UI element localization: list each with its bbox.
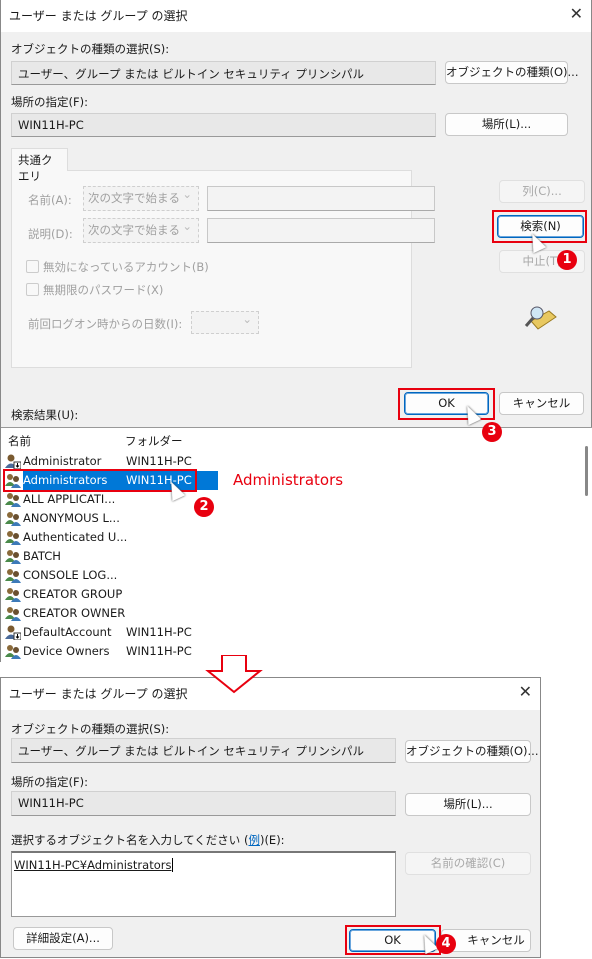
table-row[interactable]: Device Owners WIN11H-PC: [5, 642, 225, 661]
group-icon: [5, 530, 21, 545]
search-magnifier-icon: [523, 303, 557, 331]
label-text: 選択するオブジェクト名を入力してください (: [11, 833, 249, 847]
step-badge-1: 1: [557, 250, 577, 270]
column-header-name[interactable]: 名前: [8, 433, 31, 449]
highlight-box-ok: [398, 388, 495, 420]
dialog-title: ユーザー または グループ の選択: [9, 9, 188, 23]
row-name: Authenticated U...: [23, 530, 128, 544]
table-row[interactable]: ALL APPLICATI...: [5, 490, 225, 509]
row-name: ANONYMOUS L...: [23, 511, 120, 525]
step-badge-4: 4: [436, 934, 456, 954]
step-badge-2: 2: [194, 497, 214, 517]
nonexpiring-password-checkbox[interactable]: [26, 283, 39, 296]
close-icon[interactable]: ✕: [570, 4, 583, 23]
object-type-label: オブジェクトの種類の選択(S):: [11, 42, 170, 56]
row-name: CONSOLE LOG...: [23, 568, 118, 582]
advanced-button[interactable]: 詳細設定(A)...: [13, 927, 113, 950]
object-types-button[interactable]: オブジェクトの種類(O)...: [405, 740, 539, 763]
name-input[interactable]: [207, 186, 435, 211]
disabled-accounts-checkbox[interactable]: [26, 260, 39, 273]
select-users-dialog-1: ユーザー または グループ の選択 ✕ オブジェクトの種類の選択(S): ユーザー…: [0, 0, 592, 662]
days-since-logon-label: 前回ログオン時からの日数(I):: [28, 317, 183, 331]
group-icon: [5, 606, 21, 621]
group-icon: [5, 644, 21, 659]
table-row[interactable]: BATCH: [5, 547, 225, 566]
object-name-value: WIN11H-PC¥Administrators: [14, 858, 174, 872]
row-name: CREATOR GROUP: [23, 587, 123, 601]
object-type-field: ユーザー、グループ または ビルトイン セキュリティ プリンシパル: [11, 61, 436, 85]
annotation-selected-label: Administrators: [233, 471, 344, 489]
group-icon: [5, 587, 21, 602]
table-row[interactable]: CREATOR OWNER: [5, 604, 225, 623]
group-icon: [5, 568, 21, 583]
table-row[interactable]: DefaultAccount WIN11H-PC: [5, 623, 225, 642]
object-type-field: ユーザー、グループ または ビルトイン セキュリティ プリンシパル: [11, 738, 396, 763]
search-results-list[interactable]: 名前 フォルダー Administrator WIN11H-PC Administr…: [1, 427, 592, 662]
user-icon: [5, 625, 22, 641]
description-mode-select[interactable]: 次の文字で始まる: [83, 218, 199, 243]
group-icon: [5, 549, 21, 564]
location-field: WIN11H-PC: [11, 791, 396, 816]
dialog-title: ユーザー または グループ の選択: [9, 687, 188, 701]
row-name: BATCH: [23, 549, 61, 563]
location-label: 場所の指定(F):: [11, 95, 88, 109]
columns-button[interactable]: 列(C)...: [499, 180, 585, 203]
location-label: 場所の指定(F):: [11, 775, 88, 789]
row-name: Device Owners: [23, 644, 110, 658]
cancel-button[interactable]: キャンセル: [499, 392, 584, 415]
description-input[interactable]: [207, 218, 435, 243]
group-icon: [5, 492, 21, 507]
down-arrow-icon: [204, 654, 264, 695]
table-row[interactable]: CREATOR GROUP: [5, 585, 225, 604]
search-results-label: 検索結果(U):: [11, 408, 79, 422]
select-users-dialog-2: ユーザー または グループ の選択 ✕ オブジェクトの種類の選択(S): ユーザー…: [0, 677, 541, 958]
label-text: )(E):: [259, 833, 285, 847]
table-row[interactable]: CONSOLE LOG...: [5, 566, 225, 585]
row-folder: WIN11H-PC: [126, 625, 192, 639]
locations-button[interactable]: 場所(L)...: [445, 113, 568, 136]
object-types-button[interactable]: オブジェクトの種類(O)...: [445, 61, 579, 84]
step-badge-3: 3: [482, 422, 502, 442]
user-icon: [5, 454, 22, 470]
name-label: 名前(A):: [28, 193, 72, 207]
dialog-title-bar: ユーザー または グループ の選択 ✕: [1, 678, 540, 710]
object-type-label: オブジェクトの種類の選択(S):: [11, 722, 170, 736]
days-since-logon-select[interactable]: [191, 311, 259, 334]
table-row[interactable]: Authenticated U...: [5, 528, 225, 547]
name-mode-select[interactable]: 次の文字で始まる: [83, 186, 199, 211]
row-name: DefaultAccount: [23, 625, 112, 639]
enter-object-names-label: 選択するオブジェクト名を入力してください (例)(E):: [11, 832, 285, 848]
row-folder: WIN11H-PC: [126, 644, 192, 658]
group-icon: [5, 511, 21, 526]
tab-common-queries[interactable]: 共通クエリ: [11, 148, 68, 183]
description-label: 説明(D):: [28, 227, 73, 241]
location-field: WIN11H-PC: [11, 113, 436, 137]
close-icon[interactable]: ✕: [519, 682, 532, 701]
examples-link[interactable]: 例: [248, 833, 260, 847]
locations-button[interactable]: 場所(L)...: [405, 793, 531, 816]
column-header-folder[interactable]: フォルダー: [125, 433, 183, 449]
dialog-title-bar: ユーザー または グループ の選択 ✕: [1, 0, 591, 32]
check-names-button[interactable]: 名前の確認(C): [405, 852, 531, 875]
nonexpiring-password-label: 無期限のパスワード(X): [43, 283, 164, 297]
row-name: CREATOR OWNER: [23, 606, 126, 620]
object-names-textarea[interactable]: WIN11H-PC¥Administrators: [11, 851, 396, 917]
row-name: ALL APPLICATI...: [23, 492, 116, 506]
scrollbar-thumb[interactable]: [585, 446, 588, 496]
disabled-accounts-label: 無効になっているアカウント(B): [43, 260, 209, 274]
table-row[interactable]: ANONYMOUS L...: [5, 509, 225, 528]
